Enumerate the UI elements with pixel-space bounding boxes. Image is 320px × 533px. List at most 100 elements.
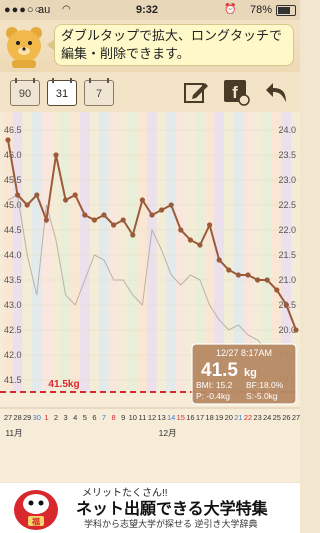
y-left-tick-label: 45.5 <box>4 175 22 185</box>
x-tick-label: 21 <box>234 413 242 422</box>
day-stripe <box>89 112 100 392</box>
ad-line-3: 学科から志望大学が探せる 逆引き大学辞典 <box>84 519 258 529</box>
main-series-point[interactable] <box>168 202 174 208</box>
main-series-point[interactable] <box>139 197 145 203</box>
y-right-tick-label: 23.0 <box>278 175 296 185</box>
y-left-tick-label: 41.5 <box>4 375 22 385</box>
x-tick-label: 2 <box>54 413 58 422</box>
main-series-point[interactable] <box>159 207 165 213</box>
battery-icon <box>276 5 296 16</box>
y-right-tick-label: 23.5 <box>278 150 296 160</box>
main-series-point[interactable] <box>283 302 289 308</box>
tooltip-bmi: BMI: 15.2 <box>196 380 233 390</box>
x-tick-label: 12 <box>148 413 156 422</box>
main-series-point[interactable] <box>15 192 21 198</box>
daruma-icon: 福 <box>14 490 58 530</box>
main-series-point[interactable] <box>245 272 251 278</box>
x-tick-label: 6 <box>92 413 96 422</box>
main-series-point[interactable] <box>72 192 78 198</box>
main-series-point[interactable] <box>293 327 299 333</box>
hint-bubble: ダブルタップで拡大、ロングタッチで編集・削除できます。 <box>47 24 294 66</box>
battery-percent: 78% <box>250 4 273 16</box>
day-stripe <box>80 112 90 392</box>
y-right-tick-label: 20.0 <box>278 325 296 335</box>
day-stripe <box>118 112 128 392</box>
main-series-point[interactable] <box>178 227 184 233</box>
main-series-point[interactable] <box>216 257 222 263</box>
ad-headline: ネット出願できる大学特集 <box>76 501 268 518</box>
bear-mascot-icon <box>6 27 42 68</box>
main-series-point[interactable] <box>5 137 11 143</box>
day-stripe <box>41 112 52 392</box>
day-stripe <box>128 112 138 392</box>
main-series-point[interactable] <box>91 217 97 223</box>
x-tick-label: 29 <box>23 413 31 422</box>
edit-icon[interactable] <box>182 78 210 106</box>
x-tick-label: 9 <box>121 413 125 422</box>
x-tick-label: 26 <box>282 413 290 422</box>
x-tick-label: 4 <box>73 413 77 422</box>
main-series-point[interactable] <box>43 217 50 223</box>
main-series-point[interactable] <box>82 212 88 218</box>
day-stripe <box>70 112 80 392</box>
range-7-label: 7 <box>95 88 103 100</box>
tooltip-s: S:-5.0kg <box>246 391 278 401</box>
main-series-point[interactable] <box>130 232 136 238</box>
range-7-days-button[interactable]: 7 <box>84 78 114 106</box>
weight-chart[interactable]: 46.546.045.545.044.544.043.543.042.542.0… <box>0 112 300 482</box>
main-series-point[interactable] <box>24 202 30 208</box>
signal-indicator: ●●●○○ <box>4 4 43 16</box>
range-90-days-button[interactable]: 90 <box>10 78 40 106</box>
tooltip-p: P: -0.4kg <box>196 391 230 401</box>
day-stripe <box>108 112 119 392</box>
y-right-tick-label: 21.0 <box>278 275 296 285</box>
y-right-tick-label: 22.5 <box>278 200 296 210</box>
x-tick-label: 19 <box>215 413 223 422</box>
y-right-tick-label: 24.0 <box>278 125 296 135</box>
x-tick-label: 3 <box>64 413 68 422</box>
y-left-tick-label: 42.5 <box>4 325 22 335</box>
x-tick-label: 1 <box>44 413 48 422</box>
main-series-point[interactable] <box>235 272 241 278</box>
main-series-point[interactable] <box>264 277 270 283</box>
x-tick-label: 20 <box>225 413 233 422</box>
main-series-point[interactable] <box>63 197 69 203</box>
day-stripe <box>156 112 167 392</box>
day-stripe <box>32 112 42 392</box>
alarm-icon: ⏰ <box>224 4 237 15</box>
y-left-tick-label: 46.0 <box>4 150 22 160</box>
target-label: 41.5kg <box>48 379 79 390</box>
month-label: 12月 <box>159 428 177 438</box>
day-stripe <box>166 112 176 392</box>
main-series-point[interactable] <box>207 222 213 228</box>
main-series-point[interactable] <box>120 217 126 223</box>
x-tick-label: 7 <box>102 413 106 422</box>
facebook-share-icon[interactable]: f <box>222 78 250 106</box>
x-tick-label: 27 <box>4 413 12 422</box>
main-series-point[interactable] <box>226 267 232 273</box>
back-arrow-icon[interactable] <box>264 78 292 106</box>
y-right-tick-label: 22.0 <box>278 225 296 235</box>
main-series-point[interactable] <box>197 242 203 248</box>
day-stripe <box>137 112 148 392</box>
main-series-point[interactable] <box>101 212 107 218</box>
ad-banner[interactable]: 福 メリットたくさん!! ネット出願できる大学特集 学科から志望大学が探せる 逆… <box>0 483 300 533</box>
day-stripe <box>147 112 157 392</box>
main-series-point[interactable] <box>149 212 155 218</box>
main-series-point[interactable] <box>274 287 280 293</box>
range-90-label: 90 <box>18 88 32 100</box>
daruma-mark-text: 福 <box>31 517 40 527</box>
x-tick-label: 10 <box>129 413 137 422</box>
main-series-point[interactable] <box>111 222 117 228</box>
main-series-point[interactable] <box>53 152 59 158</box>
month-label: 11月 <box>5 428 22 438</box>
main-series-point[interactable] <box>34 192 40 198</box>
x-tick-label: 15 <box>177 413 185 422</box>
range-31-days-button[interactable]: 31 <box>47 78 77 106</box>
main-series-point[interactable] <box>255 277 261 283</box>
y-left-tick-label: 43.0 <box>4 300 22 310</box>
wifi-icon: ◠ <box>62 4 71 15</box>
main-series-point[interactable] <box>187 237 193 243</box>
y-left-tick-label: 44.0 <box>4 250 22 260</box>
day-stripe <box>176 112 186 392</box>
